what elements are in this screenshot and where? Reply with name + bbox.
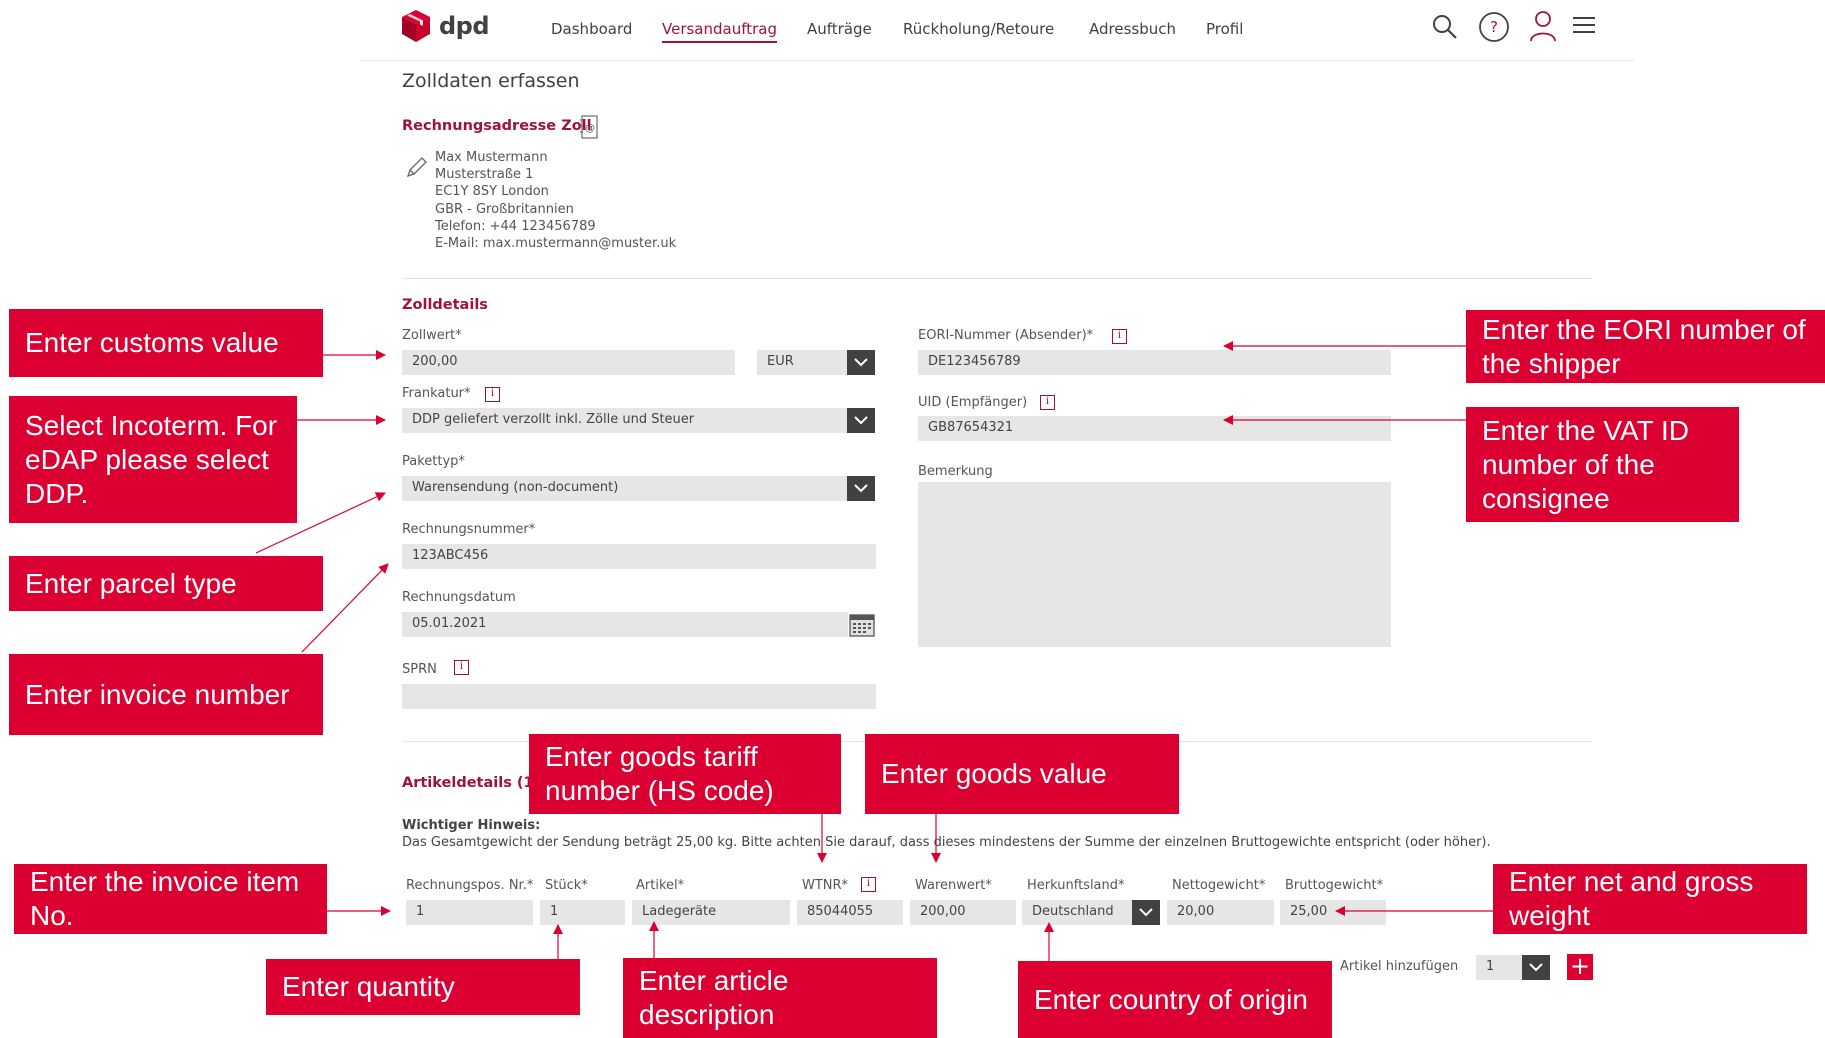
svg-text:?: ? xyxy=(1490,18,1498,36)
callout-incoterm: Select Incoterm. For eDAP please select … xyxy=(9,396,297,523)
col-header: Artikel* xyxy=(636,878,685,893)
chevron-down-icon[interactable] xyxy=(1522,955,1550,980)
callout-country: Enter country of origin xyxy=(1018,961,1332,1038)
col-header: Bruttogewicht* xyxy=(1285,878,1384,893)
frankatur-select[interactable]: DDP geliefert verzollt inkl. Zölle und S… xyxy=(402,408,848,433)
help-icon[interactable]: ? xyxy=(1478,11,1510,43)
net-weight-input[interactable]: 20,00 xyxy=(1167,900,1274,925)
callout-weight: Enter net and gross weight xyxy=(1493,864,1807,934)
billing-title: Rechnungsadresse Zoll xyxy=(402,118,592,134)
col-header: Herkunftsland* xyxy=(1027,878,1125,893)
col-header: Rechnungspos. Nr.* xyxy=(406,878,534,893)
callout-hs-code: Enter goods tariff number (HS code) xyxy=(529,734,841,814)
goods-value-input[interactable]: 200,00 xyxy=(910,900,1016,925)
frankatur-label: Frankatur* xyxy=(402,386,471,401)
notice-title: Wichtiger Hinweis: xyxy=(402,818,541,833)
nav-adressbuch[interactable]: Adressbuch xyxy=(1089,20,1176,38)
callout-invoice-number: Enter invoice number xyxy=(9,654,323,735)
page-title: Zolldaten erfassen xyxy=(402,70,580,92)
billing-line: Telefon: +44 123456789 xyxy=(435,218,596,234)
callout-eori: Enter the EORI number of the shipper xyxy=(1466,310,1825,383)
info-icon[interactable]: i xyxy=(861,877,876,892)
chevron-down-icon[interactable] xyxy=(847,350,875,375)
svg-text:@: @ xyxy=(585,123,595,134)
bemerkung-textarea[interactable] xyxy=(918,482,1391,647)
callout-vat-id: Enter the VAT ID number of the consignee xyxy=(1466,407,1739,522)
dpd-cube-icon xyxy=(402,10,430,42)
billing-line: Musterstraße 1 xyxy=(435,167,534,183)
notice-text: Das Gesamtgewicht der Sendung beträgt 25… xyxy=(402,835,1491,850)
header-divider xyxy=(360,60,1635,61)
add-article-count[interactable]: 1 xyxy=(1476,955,1522,980)
gross-weight-input[interactable]: 25,00 xyxy=(1280,900,1386,925)
callout-invoice-item: Enter the invoice item No. xyxy=(14,864,327,934)
pakettyp-select[interactable]: Warensendung (non-document) xyxy=(402,476,848,501)
nav-auftraege[interactable]: Aufträge xyxy=(807,20,872,38)
billing-line: EC1Y 8SY London xyxy=(435,184,549,200)
invoice-pos-input[interactable]: 1 xyxy=(406,900,533,925)
rechnungsdatum-input[interactable]: 05.01.2021 xyxy=(402,612,848,637)
article-input[interactable]: Ladegeräte xyxy=(632,900,790,925)
user-icon[interactable] xyxy=(1529,10,1557,42)
country-select[interactable]: Deutschland xyxy=(1022,900,1132,925)
sprn-input[interactable] xyxy=(402,684,876,709)
billing-line: GBR - Großbritannien xyxy=(435,201,574,217)
brand-name: dpd xyxy=(439,12,490,40)
chevron-down-icon[interactable] xyxy=(1132,900,1160,925)
bemerkung-label: Bemerkung xyxy=(918,464,993,479)
hs-code-input[interactable]: 85044055 xyxy=(797,900,903,925)
chevron-down-icon[interactable] xyxy=(847,476,875,501)
rechnungsdatum-label: Rechnungsdatum xyxy=(402,590,516,605)
info-icon[interactable]: i xyxy=(454,660,469,675)
callout-goods-value: Enter goods value xyxy=(865,734,1179,814)
address-book-icon[interactable]: @ xyxy=(579,114,599,144)
uid-label: UID (Empfänger) xyxy=(918,395,1028,410)
articles-title: Artikeldetails (1) xyxy=(402,775,541,791)
add-article-button[interactable]: + xyxy=(1567,954,1593,980)
info-icon[interactable]: i xyxy=(1040,395,1055,410)
eori-input[interactable]: DE123456789 xyxy=(918,350,1391,375)
rechnungsnummer-label: Rechnungsnummer* xyxy=(402,522,536,537)
zollwert-label: Zollwert* xyxy=(402,328,462,343)
nav-profil[interactable]: Profil xyxy=(1206,20,1243,38)
sprn-label: SPRN xyxy=(402,662,437,677)
currency-select[interactable]: EUR xyxy=(757,350,848,375)
uid-input[interactable]: GB87654321 xyxy=(918,416,1391,441)
eori-label: EORI-Nummer (Absender)* xyxy=(918,328,1094,343)
edit-pencil-icon[interactable] xyxy=(405,155,429,183)
section-divider xyxy=(402,278,1592,279)
menu-icon[interactable] xyxy=(1573,16,1595,34)
info-icon[interactable]: i xyxy=(485,387,500,402)
billing-address: Max Mustermann Musterstraße 1 EC1Y 8SY L… xyxy=(435,149,676,252)
nav-versandauftrag[interactable]: Versandauftrag xyxy=(662,20,778,43)
billing-line: E-Mail: max.mustermann@muster.uk xyxy=(435,236,677,252)
chevron-down-icon[interactable] xyxy=(847,408,875,433)
nav-rueckholung[interactable]: Rückholung/Retoure xyxy=(903,20,1054,38)
callout-customs-value: Enter customs value xyxy=(9,309,323,377)
calendar-icon[interactable] xyxy=(849,613,875,641)
rechnungsnummer-input[interactable]: 123ABC456 xyxy=(402,544,876,569)
col-header: WTNR* xyxy=(802,878,849,893)
col-header: Nettogewicht* xyxy=(1172,878,1266,893)
zollwert-input[interactable]: 200,00 xyxy=(402,350,735,375)
callout-parcel-type: Enter parcel type xyxy=(9,556,323,611)
dpd-logo[interactable]: dpd xyxy=(401,6,490,46)
nav-dashboard[interactable]: Dashboard xyxy=(551,20,632,38)
quantity-input[interactable]: 1 xyxy=(540,900,625,925)
add-article-label: Artikel hinzufügen xyxy=(1340,959,1459,974)
callout-quantity: Enter quantity xyxy=(266,959,580,1015)
col-header: Stück* xyxy=(545,878,588,893)
info-icon[interactable]: i xyxy=(1112,329,1127,344)
billing-line: Max Mustermann xyxy=(435,150,548,165)
customs-title: Zolldetails xyxy=(402,297,488,313)
pakettyp-label: Pakettyp* xyxy=(402,454,465,469)
col-header: Warenwert* xyxy=(915,878,992,893)
callout-article-description: Enter article description xyxy=(623,958,937,1038)
search-icon[interactable] xyxy=(1431,13,1459,41)
